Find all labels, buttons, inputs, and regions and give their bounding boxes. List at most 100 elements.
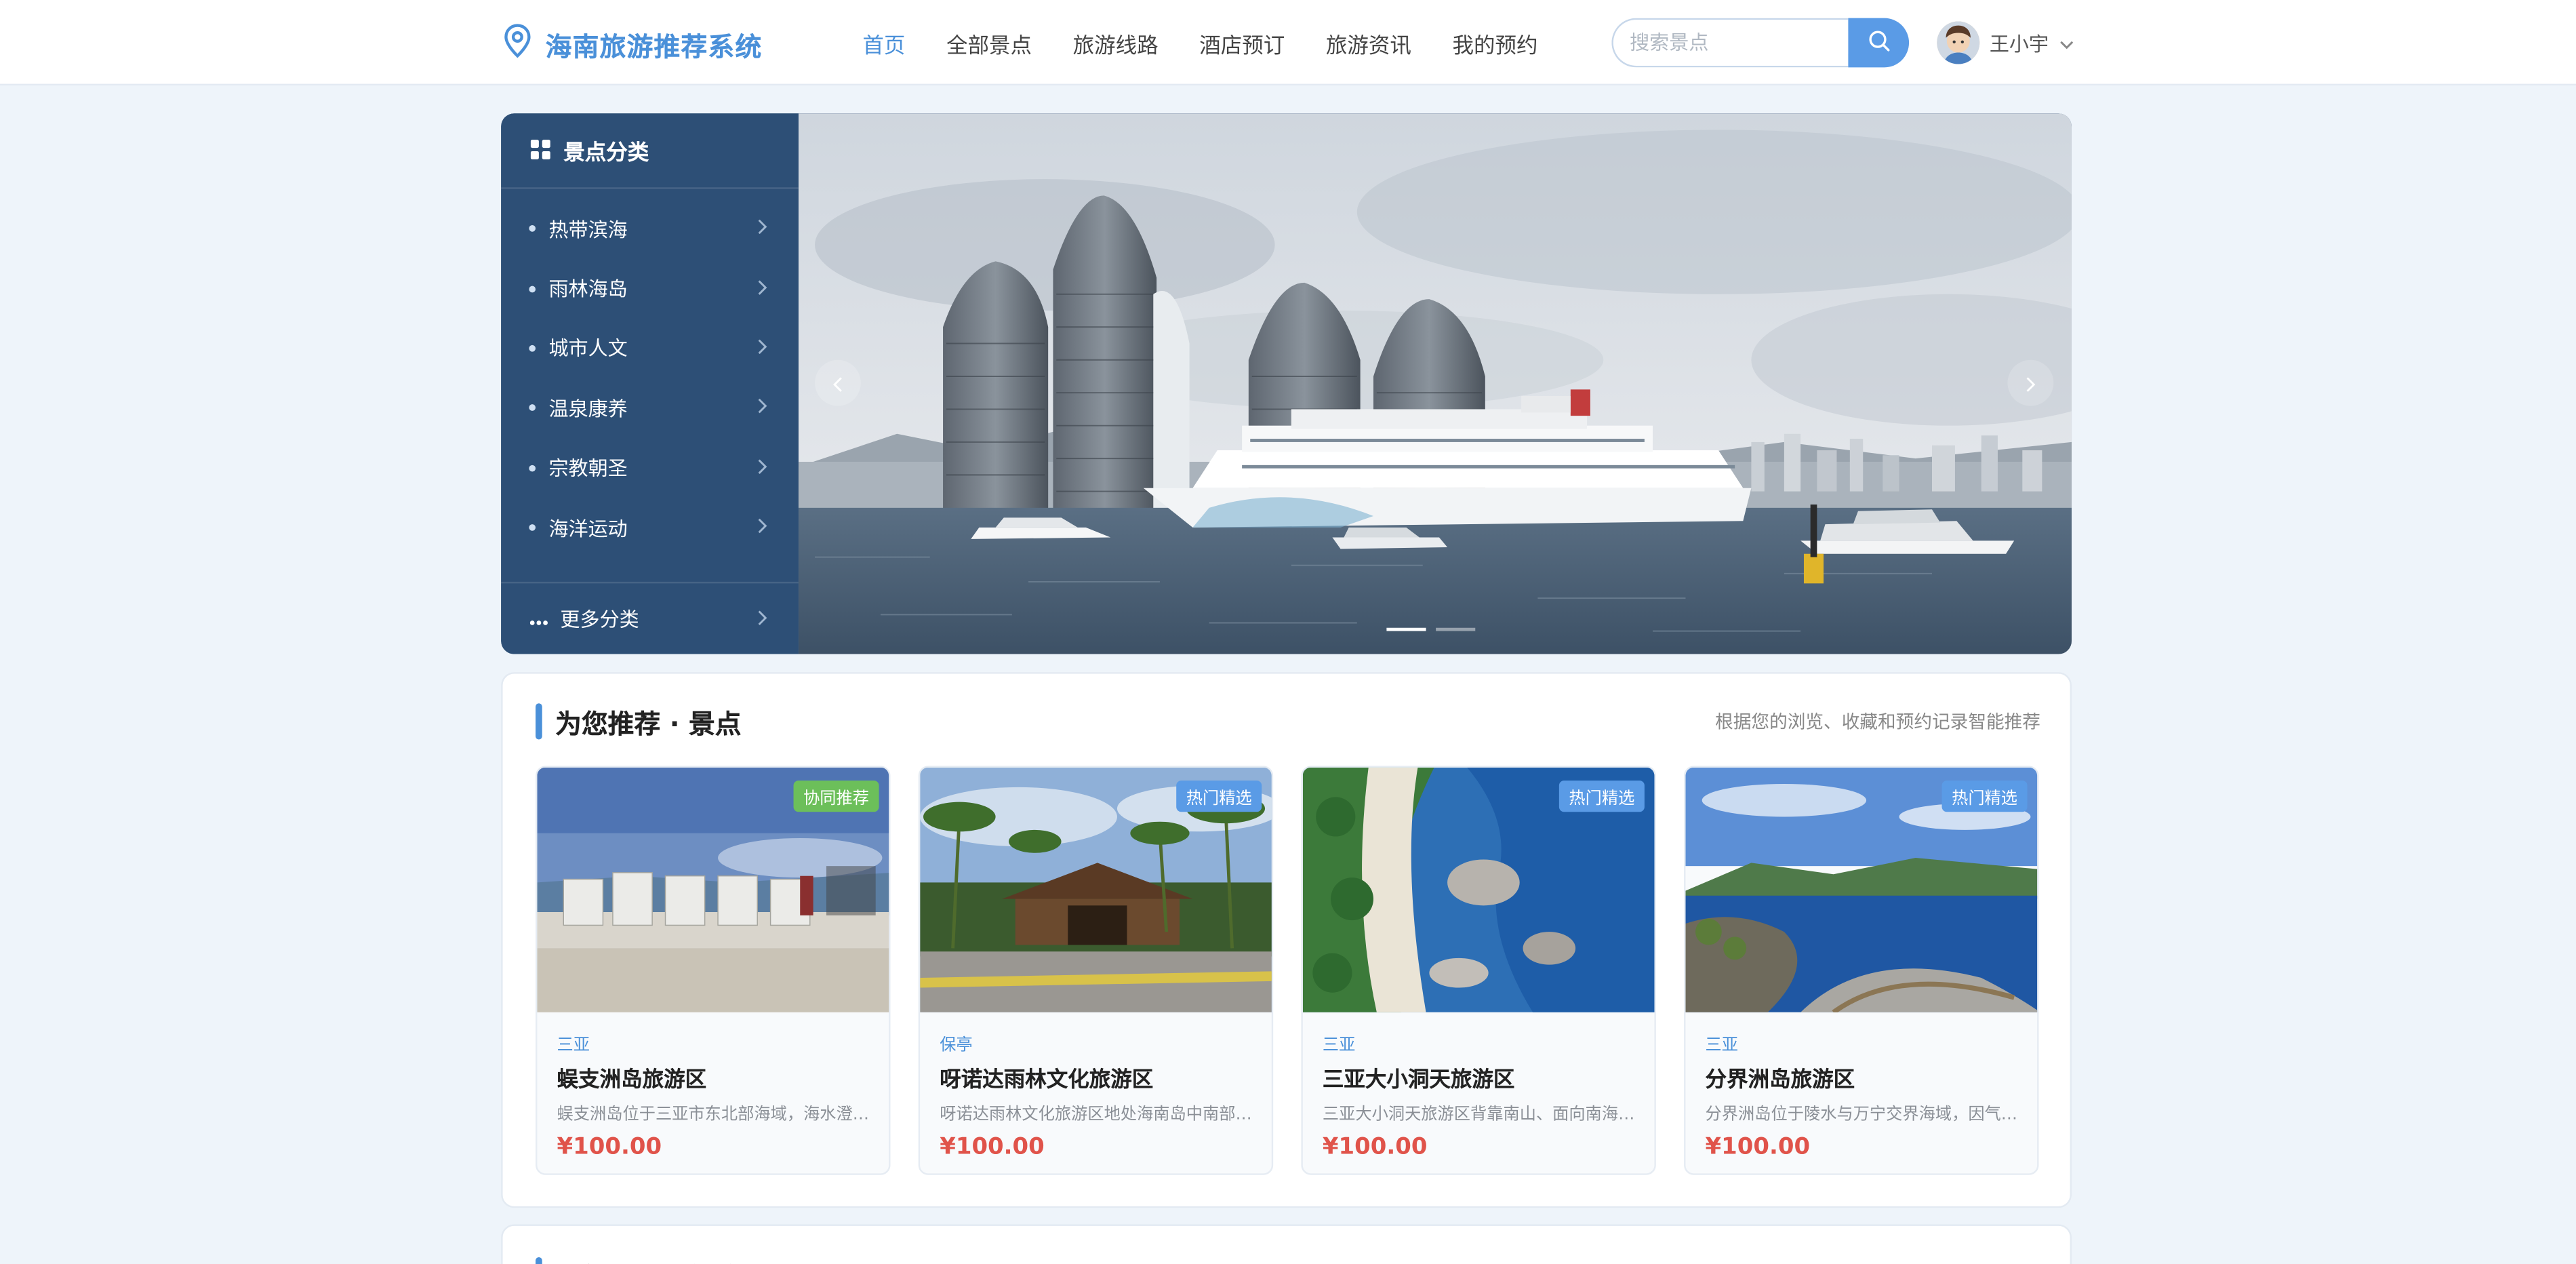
hero-section: 景点分类 热带滨海 雨林海岛 城市人文 温泉康养 宗教朝圣 海洋运动 更多分类 <box>501 113 2072 654</box>
chevron-down-icon <box>2059 27 2075 58</box>
category-item-label: 海洋运动 <box>548 517 628 540</box>
category-list: 热带滨海 雨林海岛 城市人文 温泉康养 宗教朝圣 海洋运动 <box>501 189 799 558</box>
spot-price: ¥100.00 <box>1322 1134 1428 1160</box>
spot-name: 三亚大小洞天旅游区 <box>1322 1068 1515 1093</box>
category-item-label: 宗教朝圣 <box>548 457 628 481</box>
bullet-icon <box>529 285 536 292</box>
category-item-label: 温泉康养 <box>548 397 628 421</box>
section-header: 为您推荐 · 线路 <box>536 1256 742 1264</box>
spot-description: 呀诺达雨林文化旅游区地处海南岛中南部热带雨林腹地 <box>940 1105 1252 1124</box>
spot-card-body: 保亭 呀诺达雨林文化旅游区 呀诺达雨林文化旅游区地处海南岛中南部热带雨林腹地 ¥… <box>920 1012 1272 1160</box>
recommend-badge: 协同推荐 <box>793 781 879 812</box>
chevron-right-icon <box>2024 368 2037 399</box>
more-dots-icon <box>529 607 548 630</box>
spot-card[interactable]: 热门精选 三亚 分界洲岛旅游区 分界洲岛位于陵水与万宁交界海域，因气候分界而得名… <box>1684 766 2039 1175</box>
nav-item-hotels[interactable]: 酒店预订 <box>1199 27 1285 58</box>
spot-image: 热门精选 <box>1685 767 2038 1012</box>
section-accent-bar <box>536 703 542 740</box>
spot-name: 呀诺达雨林文化旅游区 <box>940 1068 1154 1093</box>
chevron-left-icon <box>831 368 844 399</box>
more-categories-button[interactable]: 更多分类 <box>501 581 799 654</box>
section-subtitle: 根据您的浏览、收藏和预约记录智能推荐 <box>1715 711 2040 733</box>
spot-image: 协同推荐 <box>537 767 889 1012</box>
category-item-rainforest-island[interactable]: 雨林海岛 <box>501 258 799 318</box>
location-pin-icon <box>503 23 533 66</box>
category-item-label: 热带滨海 <box>548 218 628 241</box>
avatar <box>1937 21 1980 64</box>
spot-card-body: 三亚 三亚大小洞天旅游区 三亚大小洞天旅游区背靠南山、面向南海，风光秀丽 ¥10… <box>1303 1012 1655 1160</box>
recommend-spots-section: 为您推荐 · 景点 根据您的浏览、收藏和预约记录智能推荐 协同推荐 三亚 蜈支洲… <box>501 672 2072 1208</box>
section-title: 为您推荐 · 线路 <box>555 1256 741 1264</box>
spot-price: ¥100.00 <box>557 1134 662 1160</box>
carousel-indicators <box>1386 627 1485 631</box>
spot-description: 蜈支洲岛位于三亚市东北部海域，海水澄澈，沙滩洁白细腻 <box>557 1105 870 1124</box>
spot-card[interactable]: 协同推荐 三亚 蜈支洲岛旅游区 蜈支洲岛位于三亚市东北部海域，海水澄澈，沙滩洁白… <box>536 766 891 1175</box>
chevron-right-icon <box>756 397 769 420</box>
section-accent-bar <box>536 1257 542 1264</box>
spot-city: 三亚 <box>1322 1037 1356 1055</box>
chevron-right-icon <box>756 337 769 360</box>
category-item-ocean-sports[interactable]: 海洋运动 <box>501 498 799 557</box>
bullet-icon <box>529 465 536 471</box>
bullet-icon <box>529 344 536 352</box>
category-panel-title: 景点分类 <box>563 141 649 166</box>
category-item-pilgrimage[interactable]: 宗教朝圣 <box>501 438 799 498</box>
spot-city: 保亭 <box>940 1037 973 1055</box>
spot-city: 三亚 <box>557 1037 590 1055</box>
carousel-dot-1[interactable] <box>1386 627 1426 631</box>
search-button[interactable] <box>1848 18 1910 68</box>
category-item-urban-culture[interactable]: 城市人文 <box>501 319 799 378</box>
spot-image: 热门精选 <box>920 767 1272 1012</box>
chevron-right-icon <box>756 277 769 300</box>
nav-item-bookings[interactable]: 我的预约 <box>1453 27 1538 58</box>
user-menu[interactable]: 王小宇 <box>1937 20 2075 66</box>
chevron-right-icon <box>756 516 769 539</box>
spot-name: 分界洲岛旅游区 <box>1705 1068 1855 1093</box>
app-title: 海南旅游推荐系统 <box>545 31 763 63</box>
category-item-tropical-coast[interactable]: 热带滨海 <box>501 199 799 258</box>
user-name: 王小宇 <box>1989 32 2049 56</box>
spot-card[interactable]: 热门精选 三亚 三亚大小洞天旅游区 三亚大小洞天旅游区背靠南山、面向南海，风光秀… <box>1301 766 1656 1175</box>
chevron-right-icon <box>756 217 769 240</box>
chevron-right-icon <box>756 456 769 479</box>
spot-description: 分界洲岛位于陵水与万宁交界海域，因气候分界而得名 <box>1705 1105 2018 1124</box>
hero-carousel[interactable] <box>798 113 2072 654</box>
nav-item-routes[interactable]: 旅游线路 <box>1073 27 1159 58</box>
bullet-icon <box>529 524 536 532</box>
main-nav: 首页 全部景点 旅游线路 酒店预订 旅游资讯 我的预约 <box>862 0 1579 85</box>
chevron-right-icon <box>756 607 769 630</box>
section-title: 为您推荐 · 景点 <box>555 708 742 740</box>
spot-description: 三亚大小洞天旅游区背靠南山、面向南海，风光秀丽 <box>1322 1105 1635 1124</box>
search-icon <box>1867 27 1890 58</box>
category-item-label: 城市人文 <box>548 337 628 361</box>
spot-price: ¥100.00 <box>940 1134 1045 1160</box>
category-panel-header: 景点分类 <box>501 113 799 189</box>
spot-image: 热门精选 <box>1302 767 1655 1012</box>
spot-card-body: 三亚 蜈支洲岛旅游区 蜈支洲岛位于三亚市东北部海域，海水澄澈，沙滩洁白细腻 ¥1… <box>537 1012 889 1160</box>
search-box <box>1611 18 1910 68</box>
spot-card-body: 三亚 分界洲岛旅游区 分界洲岛位于陵水与万宁交界海域，因气候分界而得名 ¥100… <box>1685 1012 2037 1160</box>
nav-item-news[interactable]: 旅游资讯 <box>1326 27 1411 58</box>
bullet-icon <box>529 225 536 233</box>
recommend-badge: 热门精选 <box>1558 781 1645 812</box>
carousel-next-button[interactable] <box>2007 359 2054 406</box>
spot-card[interactable]: 热门精选 保亭 呀诺达雨林文化旅游区 呀诺达雨林文化旅游区地处海南岛中南部热带雨… <box>918 766 1274 1175</box>
grid-icon <box>530 135 550 166</box>
category-item-hot-spring[interactable]: 温泉康养 <box>501 378 799 438</box>
banner-image <box>798 113 2072 654</box>
nav-item-home[interactable]: 首页 <box>862 27 905 58</box>
nav-item-all-spots[interactable]: 全部景点 <box>946 27 1032 58</box>
recommend-routes-section: 为您推荐 · 线路 <box>501 1224 2072 1264</box>
more-categories-label: 更多分类 <box>560 608 639 631</box>
spot-city: 三亚 <box>1705 1037 1739 1055</box>
section-header: 为您推荐 · 景点 根据您的浏览、收藏和预约记录智能推荐 <box>536 703 2040 740</box>
carousel-prev-button[interactable] <box>815 359 861 406</box>
carousel-dot-2[interactable] <box>1436 627 1476 631</box>
spot-card-list: 协同推荐 三亚 蜈支洲岛旅游区 蜈支洲岛位于三亚市东北部海域，海水澄澈，沙滩洁白… <box>536 766 2067 1175</box>
bullet-icon <box>529 405 536 412</box>
recommend-badge: 热门精选 <box>1176 781 1262 812</box>
category-item-label: 雨林海岛 <box>548 277 628 301</box>
logo[interactable]: 海南旅游推荐系统 <box>503 23 763 66</box>
search-input[interactable] <box>1611 18 1849 68</box>
top-header: 海南旅游推荐系统 首页 全部景点 旅游线路 酒店预订 旅游资讯 我的预约 王小宇 <box>0 0 2576 86</box>
